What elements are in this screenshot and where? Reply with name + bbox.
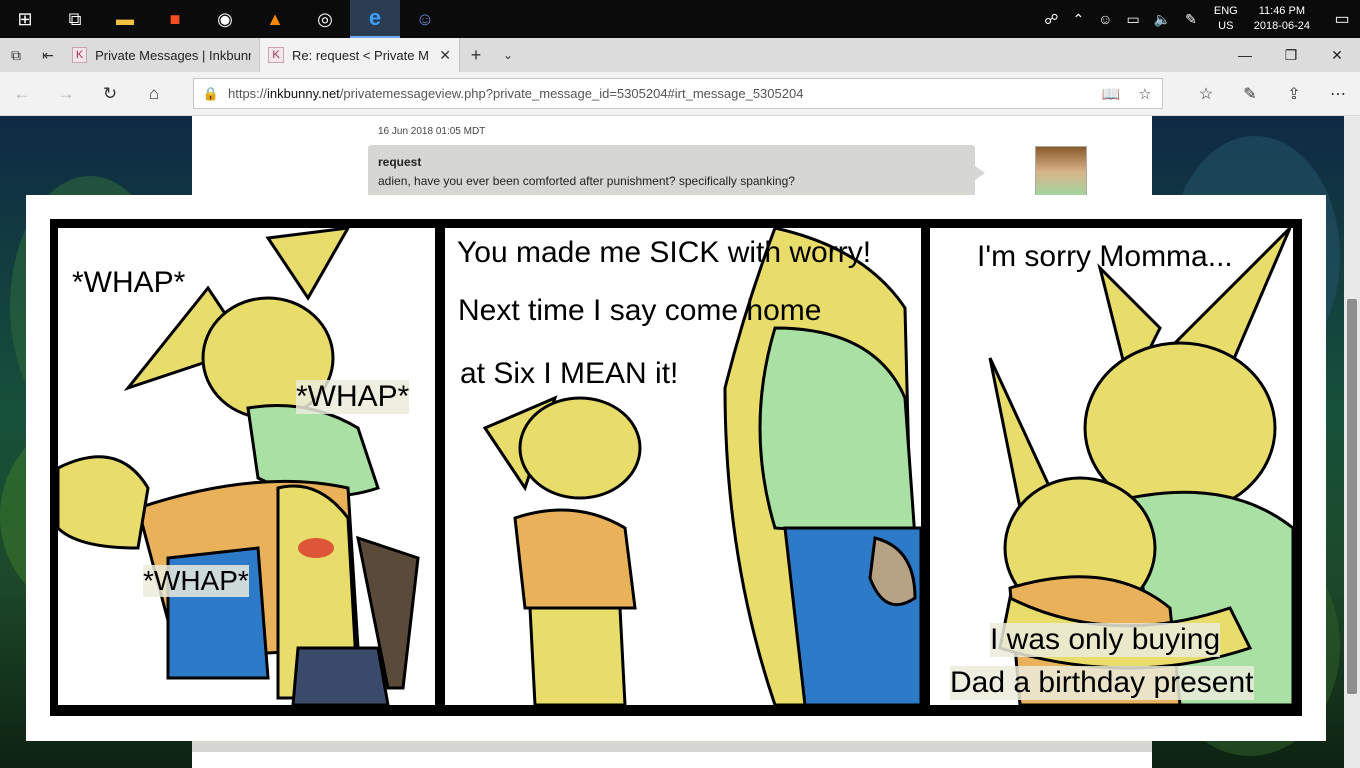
url-text: https://inkbunny.net/privatemessageview.… [228,86,1094,101]
home-icon[interactable]: ⌂ [132,84,176,104]
message-body: adien, have you ever been comforted afte… [378,174,795,188]
tab-title: Re: request < Private M [292,47,429,63]
back-icon[interactable]: ← [0,84,44,104]
inkbunny-favicon-icon: K [72,47,88,63]
volume-icon[interactable]: 🔈 [1154,11,1171,28]
show-hidden-icons-icon[interactable]: ⌃ [1072,11,1084,28]
tab-title: Private Messages | Inkbunny [95,47,251,63]
comic-panel-1: *WHAP* *WHAP* *WHAP* [58,228,435,705]
message-subject: request [378,155,422,169]
forward-icon[interactable]: → [44,84,88,104]
browser-toolbar-right: ☆ ✎ ⇪ ⋯ [1184,72,1360,116]
file-explorer-icon[interactable]: ▬ [100,0,150,38]
minimize-icon[interactable]: — [1222,38,1268,72]
dialogue-line-1: I'm sorry Momma... [977,240,1233,273]
scrollbar-thumb[interactable] [1347,299,1357,694]
bubble-pointer [975,166,985,180]
tab-preview-chevron-icon[interactable]: ⌄ [492,48,524,62]
tab-re-request[interactable]: K Re: request < Private M ✕ [260,38,460,72]
url-domain: inkbunny.net [267,86,340,101]
reading-view-icon[interactable]: 📖 [1094,85,1128,103]
url-scheme: https:// [228,86,268,101]
task-view-icon[interactable]: ⧉ [50,0,100,38]
notification-icon[interactable]: ▭ [1324,9,1360,29]
favorite-star-icon[interactable]: ☆ [1128,85,1162,103]
close-tab-icon[interactable]: ✕ [439,47,451,64]
clock-time: 11:46 PM [1258,5,1305,17]
edge-icon[interactable]: e [350,0,400,38]
message-bubble: request adien, have you ever been comfor… [368,145,975,197]
favorites-hub-icon[interactable]: ☆ [1184,84,1228,104]
url-path: /privatemessageview.php?private_message_… [339,86,804,101]
refresh-icon[interactable]: ↻ [88,84,132,104]
page-viewport: 16 Jun 2018 01:05 MDT request adien, hav… [0,116,1344,768]
people-icon[interactable]: ☍ [1044,11,1058,28]
sfx-whap-3: *WHAP* [143,565,249,597]
comic-panel-3: I'm sorry Momma... I was only buying Dad… [930,228,1293,705]
inkbunny-favicon-icon: K [268,47,284,63]
comic-frame: *WHAP* *WHAP* *WHAP* You made me SICK wi… [50,219,1302,716]
discord-tray-icon[interactable]: ☺ [1098,11,1112,27]
pen-icon[interactable]: ✎ [1185,11,1197,28]
close-window-icon[interactable]: ✕ [1314,38,1360,72]
system-tray: ☍ ⌃ ☺ ▭ 🔈 ✎ ENG US 11:46 PM 2018-06-24 ▭ [1037,0,1360,38]
tab-private-messages[interactable]: K Private Messages | Inkbunny [64,38,260,72]
sfx-whap-2: *WHAP* [296,380,410,414]
web-note-icon[interactable]: ✎ [1228,84,1272,104]
steam-icon[interactable]: ◎ [300,0,350,38]
language-indicator[interactable]: ENG US [1214,4,1238,34]
dialogue-line-3: Dad a birthday present [950,666,1254,700]
set-aside-tabs-icon[interactable]: ⇤ [32,47,64,64]
more-menu-icon[interactable]: ⋯ [1316,84,1360,104]
clock[interactable]: 11:46 PM 2018-06-24 [1254,4,1310,34]
lock-icon[interactable]: 🔒 [194,86,228,102]
page-scrollbar[interactable] [1344,116,1360,768]
new-tab-icon[interactable]: + [460,45,492,66]
vlc-icon[interactable]: ▲ [250,0,300,38]
message-date: 16 Jun 2018 01:05 MDT [378,126,486,137]
browser-tabbar: ⧉ ⇤ K Private Messages | Inkbunny K Re: … [0,38,1360,72]
comic-panel-2: You made me SICK with worry! Next time I… [445,228,921,705]
address-bar[interactable]: 🔒 https://inkbunny.net/privatemessagevie… [193,78,1163,109]
clock-date: 2018-06-24 [1253,20,1310,32]
comic-image[interactable]: *WHAP* *WHAP* *WHAP* You made me SICK wi… [26,195,1326,741]
windows-start-icon[interactable]: ⊞ [0,0,50,38]
tabs-aside-icon[interactable]: ⧉ [0,47,32,64]
window-controls: — ❐ ✕ [1222,38,1360,72]
language-code: ENG [1213,5,1238,17]
region-code: US [1218,20,1234,32]
share-icon[interactable]: ⇪ [1272,84,1316,104]
network-icon[interactable]: ▭ [1126,11,1139,28]
browser-navbar: ← → ↻ ⌂ 🔒 https://inkbunny.net/privateme… [0,72,1360,116]
sfx-whap-1: *WHAP* [72,266,186,299]
obs-icon[interactable]: ◉ [200,0,250,38]
dialogue-line-2: I was only buying [990,623,1221,657]
dialogue-line-2: Next time I say come home [458,294,822,327]
restore-icon[interactable]: ❐ [1268,38,1314,72]
dialogue-line-3: at Six I MEAN it! [460,357,679,390]
dialogue-line-1: You made me SICK with worry! [457,236,872,269]
store-icon[interactable]: ■ [150,0,200,38]
windows-taskbar: ⊞ ⧉ ▬ ■ ◉ ▲ ◎ e ☺ ☍ ⌃ ☺ ▭ 🔈 ✎ ENG US 11:… [0,0,1360,38]
discord-icon[interactable]: ☺ [400,0,450,38]
avatar[interactable] [1035,146,1087,198]
